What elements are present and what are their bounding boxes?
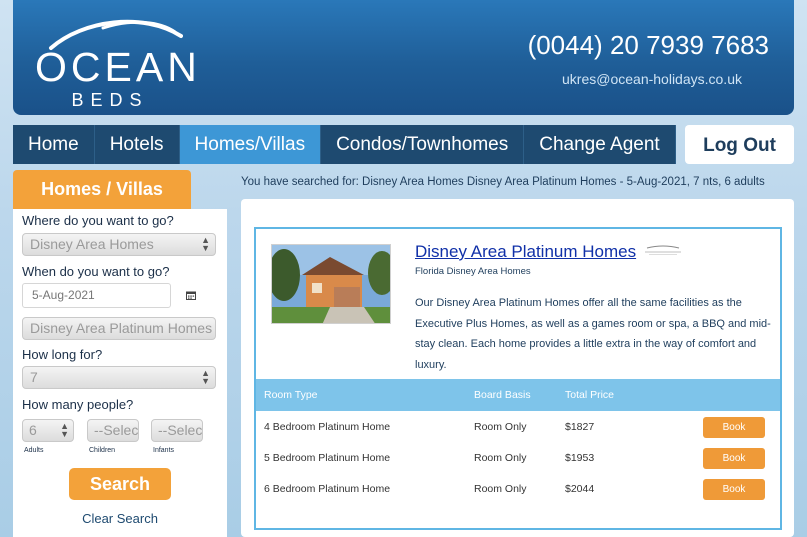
table-row: 4 Bedroom Platinum Home Room Only $1827 … [256,412,780,443]
property-type-value: Disney Area Platinum Homes [30,320,213,336]
property-description: Our Disney Area Platinum Homes offer all… [415,297,771,371]
calendar-icon[interactable] [186,291,196,300]
howlong-label: How long for? [22,347,103,362]
room-type-cell: 4 Bedroom Platinum Home [264,421,391,433]
infants-value: --Select-- [158,422,203,438]
nights-value: 7 [30,369,38,385]
results-panel: Disney Area Platinum Homes Florida Disne… [241,199,794,537]
logout-button[interactable]: Log Out [685,125,794,164]
col-board-basis: Board Basis [474,389,531,401]
rooms-table-header: Room Type Board Basis Total Price [256,379,780,411]
select-arrows-icon: ▲ ▼ [201,368,210,386]
ocean-beds-logo[interactable]: OCEAN BEDS [35,14,201,110]
search-summary: You have searched for: Disney Area Homes… [241,176,765,188]
property-type-select[interactable]: Disney Area Platinum Homes [22,317,216,340]
main-nav: Home Hotels Homes/Villas Condos/Townhome… [13,125,676,164]
adults-label: Adults [24,447,44,454]
nav-home[interactable]: Home [13,125,95,164]
price-cell: $1953 [565,452,595,464]
book-button[interactable]: Book [703,417,765,438]
room-type-cell: 6 Bedroom Platinum Home [264,483,391,495]
select-arrows-icon: ▲ ▼ [201,235,210,253]
nav-hotels[interactable]: Hotels [94,125,180,164]
site-header: OCEAN BEDS (0044) 20 7939 7683 ukres@oce… [13,0,794,115]
adults-select[interactable]: 6 ▲ ▼ [22,419,74,442]
sidebar-tab-homes-villas[interactable]: Homes / Villas [13,170,191,209]
board-basis-cell: Room Only [474,483,527,495]
price-cell: $1827 [565,421,595,433]
destination-value: Disney Area Homes [30,236,154,252]
book-button[interactable]: Book [703,479,765,500]
platinum-logo-icon [645,245,681,255]
price-cell: $2044 [565,483,595,495]
col-room-type: Room Type [264,389,318,401]
children-value: --Select-- [94,422,139,438]
nav-homes-villas[interactable]: Homes/Villas [179,125,322,164]
table-row: 6 Bedroom Platinum Home Room Only $2044 … [256,474,780,505]
infants-label: Infants [153,447,175,454]
infants-select[interactable]: --Select-- [151,419,203,442]
phone-number: (0044) 20 7939 7683 [527,30,769,60]
nav-condos-townhomes[interactable]: Condos/Townhomes [321,125,525,164]
where-label: Where do you want to go? [22,213,174,228]
adults-value: 6 [29,422,37,438]
children-label: Children [89,447,116,454]
logo-wordmark-beds: BEDS [71,90,149,110]
property-region: Florida Disney Area Homes [415,266,531,277]
col-total-price: Total Price [565,389,615,401]
nav-change-agent[interactable]: Change Agent [524,125,676,164]
date-input[interactable]: 5-Aug-2021 [22,283,171,308]
property-photo[interactable] [271,244,391,324]
property-title-link[interactable]: Disney Area Platinum Homes [415,242,636,262]
children-select[interactable]: --Select-- [87,419,139,442]
when-label: When do you want to go? [22,264,170,279]
search-panel: Where do you want to go? Disney Area Hom… [13,209,227,537]
board-basis-cell: Room Only [474,421,527,433]
destination-select[interactable]: Disney Area Homes ▲ ▼ [22,233,216,256]
table-row: 5 Bedroom Platinum Home Room Only $1953 … [256,443,780,474]
select-arrows-icon: ▲ ▼ [60,421,69,439]
clear-search-link[interactable]: Clear Search [13,511,227,526]
email-link[interactable]: ukres@ocean-holidays.co.uk [562,71,742,87]
nights-select[interactable]: 7 ▲ ▼ [22,366,216,389]
house-photo-image [272,245,390,323]
room-type-cell: 5 Bedroom Platinum Home [264,452,391,464]
search-button[interactable]: Search [69,468,171,500]
people-label: How many people? [22,397,134,412]
result-card: Disney Area Platinum Homes Florida Disne… [254,227,782,530]
book-button[interactable]: Book [703,448,765,469]
logo-wordmark-ocean: OCEAN [35,44,201,90]
board-basis-cell: Room Only [474,452,527,464]
